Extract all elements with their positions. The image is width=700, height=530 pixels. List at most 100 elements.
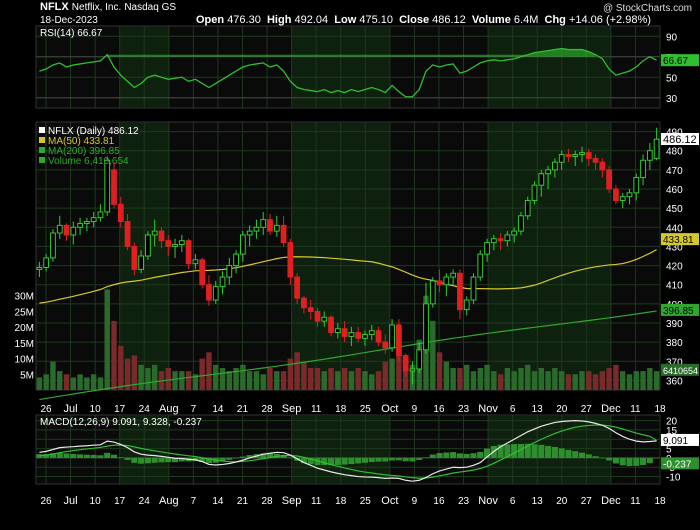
macd-histogram-bar <box>558 448 565 458</box>
macd-histogram-bar <box>321 457 328 466</box>
candle-body <box>389 324 395 349</box>
candle-body <box>328 316 334 334</box>
x-axis-label: 11 <box>311 404 322 415</box>
candle-body <box>273 224 280 232</box>
x-axis-label-bottom: 11 <box>311 496 322 507</box>
volume-bar <box>348 371 355 390</box>
candle-body <box>246 230 253 236</box>
macd-histogram-bar <box>341 457 348 465</box>
candle-body <box>395 324 402 357</box>
candle-body <box>640 159 646 179</box>
volume-bar <box>36 377 43 390</box>
macd-histogram-bar <box>348 457 355 465</box>
x-axis-label-bottom: Dec <box>601 495 621 507</box>
candle-body <box>287 242 294 278</box>
candle-body <box>375 330 382 343</box>
candle-body <box>504 234 511 242</box>
legend-swatch <box>39 147 45 153</box>
macd-histogram-bar <box>90 454 97 458</box>
macd-histogram-bar <box>368 457 375 462</box>
x-axis-label: Sep <box>282 403 302 415</box>
macd-histogram-bar <box>463 453 470 458</box>
volume-bar <box>504 368 511 390</box>
candle-body <box>409 368 416 372</box>
macd-histogram-bar <box>83 454 90 458</box>
volume-bar <box>565 374 572 390</box>
x-axis-label-bottom: 11 <box>630 496 641 507</box>
candle-body <box>565 154 572 157</box>
volume-bar <box>172 371 178 390</box>
volume-bar <box>538 368 545 390</box>
macd-histogram-bar <box>233 457 240 459</box>
volume-bar <box>640 371 646 390</box>
candle-body <box>83 221 90 224</box>
candle-body <box>63 224 70 236</box>
price-tick-label: 390 <box>666 319 683 330</box>
candle-body <box>294 276 301 299</box>
candle-body <box>450 272 457 278</box>
macd-histogram-bar <box>551 446 558 458</box>
x-axis-label: 11 <box>630 404 641 415</box>
x-axis-label-bottom: 20 <box>556 496 568 507</box>
volume-bar <box>57 371 63 390</box>
volume-bar <box>294 352 300 390</box>
volume-bar <box>599 371 606 390</box>
candle-body <box>334 328 341 334</box>
volume-bar <box>226 371 233 390</box>
volume-bar <box>50 361 56 390</box>
volume-bar <box>436 352 443 390</box>
volume-bar <box>375 371 382 390</box>
x-axis-label: 13 <box>532 404 544 415</box>
volume-bar <box>525 364 531 390</box>
macd-histogram-bar <box>538 444 545 458</box>
x-axis-label-bottom: 9 <box>412 496 418 507</box>
macd-histogram-bar <box>450 452 457 458</box>
volume-bar <box>626 374 633 390</box>
x-axis-label-bottom: 7 <box>191 496 197 507</box>
month-band <box>488 27 611 107</box>
candle-body <box>307 307 314 313</box>
candle-body <box>117 203 124 223</box>
x-axis-label-bottom: 18 <box>654 496 666 507</box>
volume-bar <box>206 352 212 390</box>
macd-histogram-bar <box>402 457 409 462</box>
price-tick-label: 460 <box>666 185 683 196</box>
x-axis-label: 17 <box>114 404 126 415</box>
macd-histogram-bar <box>70 453 77 458</box>
price-legend-entry: Volume 6,410,654 <box>48 156 129 167</box>
x-axis-label-bottom: 23 <box>458 496 470 507</box>
volume-bar <box>592 374 599 390</box>
macd-legend: MACD(12,26,9) 9.091, 9.328, -0.237 <box>40 417 202 428</box>
volume-bar <box>307 368 314 390</box>
ma50-current-label: 433.81 <box>663 235 694 246</box>
price-tick-label: 480 <box>666 147 683 158</box>
legend-swatch <box>39 157 45 163</box>
volume-bar <box>90 374 97 390</box>
x-axis-label: 27 <box>581 404 593 415</box>
volume-bar <box>362 371 368 390</box>
stock-chart: 3050709066.67RSI(14) 66.6736037038039040… <box>15 25 699 507</box>
volume-bar <box>511 371 517 390</box>
macd-histogram-bar <box>565 449 572 458</box>
rsi-legend: RSI(14) 66.67 <box>40 28 103 39</box>
rsi-tick-label: 90 <box>666 32 678 43</box>
candle-body <box>301 297 307 309</box>
x-axis-label: 23 <box>458 404 470 415</box>
candle-body <box>145 234 151 257</box>
candle-body <box>585 152 592 159</box>
volume-bar <box>586 371 592 390</box>
candle-body <box>416 349 423 370</box>
candle-body <box>545 169 551 175</box>
candle-body <box>206 284 212 301</box>
candle-body <box>219 276 226 288</box>
volume-bar <box>274 371 280 390</box>
x-axis-label-bottom: 24 <box>139 496 151 507</box>
candle-body <box>158 230 165 242</box>
macd-histogram-bar <box>151 457 158 463</box>
macd-histogram-bar <box>375 457 382 462</box>
x-axis-label: 24 <box>139 404 151 415</box>
candle-body <box>551 161 558 171</box>
macd-histogram-bar <box>158 457 165 463</box>
candle-body <box>457 272 463 311</box>
macd-histogram-bar <box>545 445 552 458</box>
